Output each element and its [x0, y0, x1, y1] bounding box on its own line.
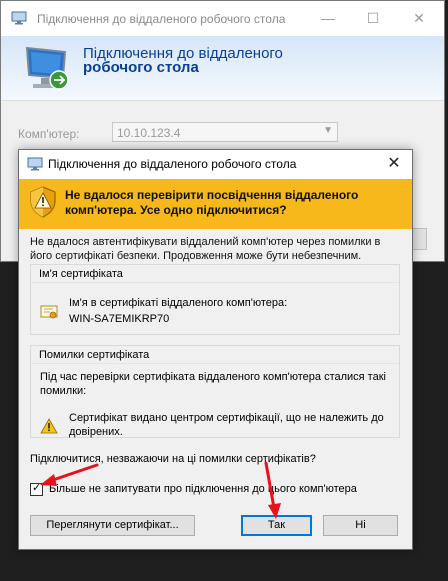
certificate-name-value: WIN-SA7EMIKRP70	[69, 313, 170, 325]
close-icon[interactable]: ✕	[409, 9, 429, 27]
certificate-errors-group-body: Під час перевірки сертифіката віддаленог…	[31, 364, 399, 438]
dialog-description: Не вдалося автентифікувати віддалений ко…	[30, 236, 381, 262]
background-titlebar: Підключення до віддаленого робочого стол…	[1, 1, 444, 36]
certificate-name-label: Ім'я в сертифікаті віддаленого комп'ютер…	[69, 297, 288, 309]
background-header-line2: робочого стола	[83, 59, 199, 76]
warning-triangle-icon	[40, 418, 58, 434]
certificate-name-group-body: Ім'я в сертифікаті віддаленого комп'ютер…	[31, 283, 399, 334]
computer-label: Комп'ютер:	[18, 127, 80, 141]
computer-combobox[interactable]: 10.10.123.4 ▼	[112, 122, 338, 142]
certificate-name-group-title: Ім'я сертифіката	[31, 265, 399, 283]
certificate-errors-group: Помилки сертифіката Під час перевірки се…	[30, 345, 400, 438]
background-window-title: Підключення до віддаленого робочого стол…	[37, 12, 286, 26]
connect-question: Підключитися, незважаючи на ці помилки с…	[30, 453, 316, 465]
certificate-errors-group-title: Помилки сертифіката	[31, 346, 399, 364]
warning-text: Не вдалося перевірити посвідчення віддал…	[65, 188, 359, 217]
certificate-name-group: Ім'я сертифіката Ім'я в сертифікаті відд…	[30, 264, 400, 335]
monitor-network-icon	[25, 46, 69, 90]
certificate-errors-intro: Під час перевірки сертифіката віддаленог…	[40, 371, 386, 397]
certificate-warning-dialog: Підключення до віддаленого робочого стол…	[18, 149, 413, 550]
warning-banner: Не вдалося перевірити посвідчення віддал…	[19, 179, 412, 229]
close-icon[interactable]: ✕	[384, 154, 404, 174]
certificate-error-item: Сертифікат видано центром сертифікації, …	[69, 412, 384, 438]
dont-ask-again-label[interactable]: Більше не запитувати про підключення до …	[49, 483, 357, 495]
check-mark-icon: ✓	[32, 482, 42, 494]
no-button[interactable]: Ні	[323, 515, 398, 536]
yes-button[interactable]: Так	[241, 515, 312, 536]
dialog-title: Підключення до віддаленого робочого стол…	[48, 157, 297, 171]
chevron-down-icon[interactable]: ▼	[323, 125, 333, 136]
certificate-icon	[40, 305, 58, 319]
background-header: Підключення до віддаленого робочого стол…	[1, 36, 444, 100]
view-certificate-button[interactable]: Переглянути сертифікат...	[30, 515, 195, 536]
remote-desktop-icon	[11, 11, 27, 25]
dont-ask-again-checkbox[interactable]: ✓	[30, 482, 43, 496]
minimize-icon[interactable]: —	[318, 9, 338, 27]
maximize-icon[interactable]: ☐	[363, 9, 383, 27]
dialog-titlebar: Підключення до віддаленого робочого стол…	[19, 150, 412, 179]
computer-value: 10.10.123.4	[117, 126, 181, 140]
warning-shield-icon	[30, 186, 56, 218]
background-separator	[1, 100, 444, 101]
remote-desktop-icon	[27, 157, 43, 171]
